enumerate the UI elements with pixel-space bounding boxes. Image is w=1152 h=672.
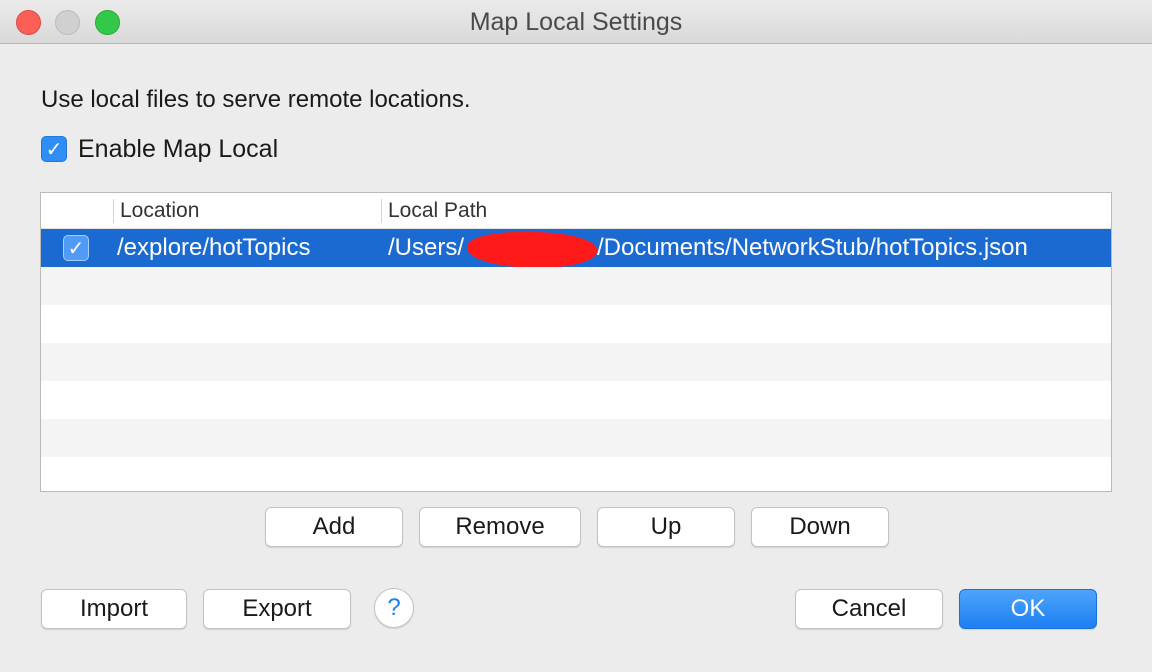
column-header-enabled[interactable]: [41, 193, 113, 229]
empty-row: [41, 419, 1111, 457]
empty-row: [41, 305, 1111, 343]
redaction-mark: [467, 232, 597, 268]
row-location: /explore/hotTopics: [117, 234, 311, 261]
empty-row: [41, 267, 1111, 305]
add-button[interactable]: Add: [265, 507, 403, 547]
import-button[interactable]: Import: [41, 589, 187, 629]
checkmark-icon: ✓: [41, 136, 67, 162]
description-text: Use local files to serve remote location…: [41, 86, 471, 113]
row-path-suffix: /Documents/NetworkStub/hotTopics.json: [597, 234, 1028, 261]
down-button[interactable]: Down: [751, 507, 889, 547]
empty-row: [41, 457, 1111, 491]
row-path-prefix: /Users/: [388, 234, 465, 261]
title-bar: Map Local Settings: [0, 0, 1152, 44]
export-button[interactable]: Export: [203, 589, 351, 629]
ok-button[interactable]: OK: [959, 589, 1097, 629]
empty-row: [41, 381, 1111, 419]
empty-row: [41, 343, 1111, 381]
table-header: Location Local Path: [41, 193, 1111, 229]
enable-map-local-checkbox[interactable]: ✓ Enable Map Local: [41, 134, 278, 164]
column-header-local-path[interactable]: Local Path: [381, 193, 487, 229]
remove-button[interactable]: Remove: [419, 507, 581, 547]
column-header-location[interactable]: Location: [113, 193, 199, 229]
mappings-table: Location Local Path ✓ /explore/hotTopics…: [40, 192, 1112, 492]
window-title: Map Local Settings: [469, 8, 683, 36]
help-button[interactable]: ?: [374, 588, 414, 628]
enable-map-local-label: Enable Map Local: [78, 134, 279, 163]
cancel-button[interactable]: Cancel: [795, 589, 943, 629]
up-button[interactable]: Up: [597, 507, 735, 547]
table-row[interactable]: ✓ /explore/hotTopics /Users/ /Documents/…: [41, 229, 1111, 268]
row-enabled-checkbox[interactable]: ✓: [63, 235, 89, 261]
